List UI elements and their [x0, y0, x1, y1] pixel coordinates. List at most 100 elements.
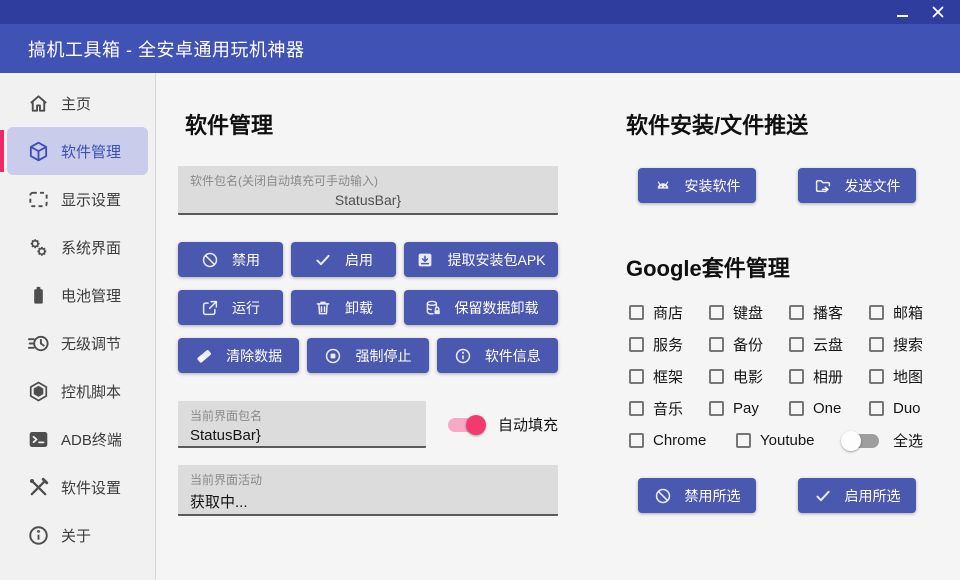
sidebar-item-control-script[interactable]: 控机脚本	[7, 367, 148, 415]
checkbox-label: 音乐	[653, 398, 683, 419]
info-icon	[27, 524, 50, 547]
terminal-icon	[27, 428, 50, 451]
checkbox[interactable]	[709, 337, 724, 352]
sidebar-item-system-ui[interactable]: 系统界面	[7, 223, 148, 271]
sidebar-item-label: 关于	[61, 525, 91, 546]
button-label: 禁用	[232, 250, 260, 270]
sidebar-item-battery[interactable]: 电池管理	[7, 271, 148, 319]
sidebar-item-about[interactable]: 关于	[7, 511, 148, 559]
app-title: 搞机工具箱 - 全安卓通用玩机神器	[28, 36, 305, 62]
content-area: 软件管理 软件包名(关闭自动填充可手动输入) StatusBar} 禁用 启用	[156, 73, 960, 580]
checkbox-label: 播客	[813, 302, 843, 323]
sidebar-item-home[interactable]: 主页	[7, 79, 148, 127]
checkbox[interactable]	[869, 305, 884, 320]
clear-data-button[interactable]: 清除数据	[178, 338, 299, 373]
checkbox[interactable]	[789, 305, 804, 320]
package-name-input-label: 软件包名(关闭自动填充可手动输入)	[190, 172, 546, 189]
close-icon	[932, 6, 944, 18]
open-in-new-icon	[201, 299, 219, 317]
checkbox[interactable]	[869, 401, 884, 416]
checkbox[interactable]	[869, 337, 884, 352]
checkbox-label: 相册	[813, 366, 843, 387]
sidebar-item-stepless-tuning[interactable]: 无级调节	[7, 319, 148, 367]
checkbox-label: 备份	[733, 334, 763, 355]
select-all-label: 全选	[893, 430, 923, 451]
checkbox-item-backup: 备份	[709, 333, 789, 356]
checkbox-item-framework: 框架	[629, 365, 709, 388]
checkbox[interactable]	[789, 401, 804, 416]
install-and-google-panel: 软件安装/文件推送 安装软件 发送文件 Google套件管理 商店 键盘 播	[626, 73, 946, 580]
checkbox-label: 云盘	[813, 334, 843, 355]
sidebar-item-software-management[interactable]: 软件管理	[7, 127, 148, 175]
checkbox[interactable]	[629, 433, 644, 448]
sidebar-item-label: 电池管理	[61, 285, 121, 306]
checkbox[interactable]	[709, 305, 724, 320]
uninstall-keep-data-button[interactable]: 保留数据卸载	[404, 290, 558, 325]
force-stop-button[interactable]: 强制停止	[307, 338, 428, 373]
enable-selected-button[interactable]: 启用所选	[798, 478, 916, 513]
checkbox[interactable]	[629, 401, 644, 416]
info-icon	[454, 347, 472, 365]
button-label: 卸载	[345, 298, 373, 318]
button-label: 启用所选	[845, 486, 901, 506]
checkbox[interactable]	[629, 305, 644, 320]
select-all-toggle[interactable]	[843, 431, 879, 451]
sidebar-item-adb-terminal[interactable]: ADB终端	[7, 415, 148, 463]
checkbox-item-maps: 地图	[869, 365, 949, 388]
current-package-label: 当前界面包名	[190, 407, 414, 424]
android-icon	[654, 177, 672, 195]
sidebar-item-display-settings[interactable]: 显示设置	[7, 175, 148, 223]
app-titlebar: 搞机工具箱 - 全安卓通用玩机神器	[0, 24, 960, 73]
disable-button[interactable]: 禁用	[178, 242, 283, 277]
checkbox[interactable]	[629, 369, 644, 384]
run-button[interactable]: 运行	[178, 290, 283, 325]
close-button[interactable]	[928, 2, 948, 22]
checkbox-item-movies: 电影	[709, 365, 789, 388]
send-file-button[interactable]: 发送文件	[798, 168, 916, 203]
app-info-button[interactable]: 软件信息	[437, 338, 558, 373]
package-icon	[27, 140, 50, 163]
checkbox-label: 邮箱	[893, 302, 923, 323]
checkbox[interactable]	[629, 337, 644, 352]
sidebar-item-label: ADB终端	[61, 429, 122, 450]
sidebar-item-label: 控机脚本	[61, 381, 121, 402]
checkbox-label: 框架	[653, 366, 683, 387]
apk-extract-icon	[416, 251, 434, 269]
autofill-toggle[interactable]	[448, 415, 484, 435]
current-package-field[interactable]: 当前界面包名 StatusBar}	[178, 401, 426, 448]
checkbox[interactable]	[709, 369, 724, 384]
sidebar-item-label: 显示设置	[61, 189, 121, 210]
package-name-input-value: StatusBar}	[190, 192, 546, 208]
sidebar-item-label: 系统界面	[61, 237, 121, 258]
gears-icon	[27, 236, 50, 259]
checkbox-item-duo: Duo	[869, 397, 949, 420]
disable-selected-button[interactable]: 禁用所选	[638, 478, 756, 513]
checkbox-item-mail: 邮箱	[869, 301, 949, 324]
hexagon-icon	[27, 380, 50, 403]
check-icon	[814, 487, 832, 505]
enable-button[interactable]: 启用	[291, 242, 396, 277]
checkbox[interactable]	[709, 401, 724, 416]
package-name-input[interactable]: 软件包名(关闭自动填充可手动输入) StatusBar}	[178, 166, 558, 215]
current-package-value: StatusBar}	[190, 427, 414, 444]
checkbox-label: 键盘	[733, 302, 763, 323]
extract-apk-button[interactable]: 提取安装包APK	[404, 242, 558, 277]
uninstall-button[interactable]: 卸载	[291, 290, 396, 325]
checkbox-item-services: 服务	[629, 333, 709, 356]
checkbox-label: Chrome	[653, 432, 706, 449]
current-activity-label: 当前界面活动	[190, 471, 546, 488]
sidebar-item-software-settings[interactable]: 软件设置	[7, 463, 148, 511]
checkbox[interactable]	[789, 369, 804, 384]
checkbox-item-pay: Pay	[709, 397, 789, 420]
button-label: 禁用所选	[685, 486, 741, 506]
checkbox[interactable]	[869, 369, 884, 384]
checkbox[interactable]	[789, 337, 804, 352]
checkbox-label: 商店	[653, 302, 683, 323]
install-app-button[interactable]: 安装软件	[638, 168, 756, 203]
minimize-button[interactable]	[892, 2, 912, 22]
window-titlebar-strip	[0, 0, 960, 24]
checkbox[interactable]	[736, 433, 751, 448]
toggle-knob	[466, 415, 486, 435]
button-label: 发送文件	[845, 176, 901, 196]
current-activity-field[interactable]: 当前界面活动 获取中...	[178, 465, 558, 516]
